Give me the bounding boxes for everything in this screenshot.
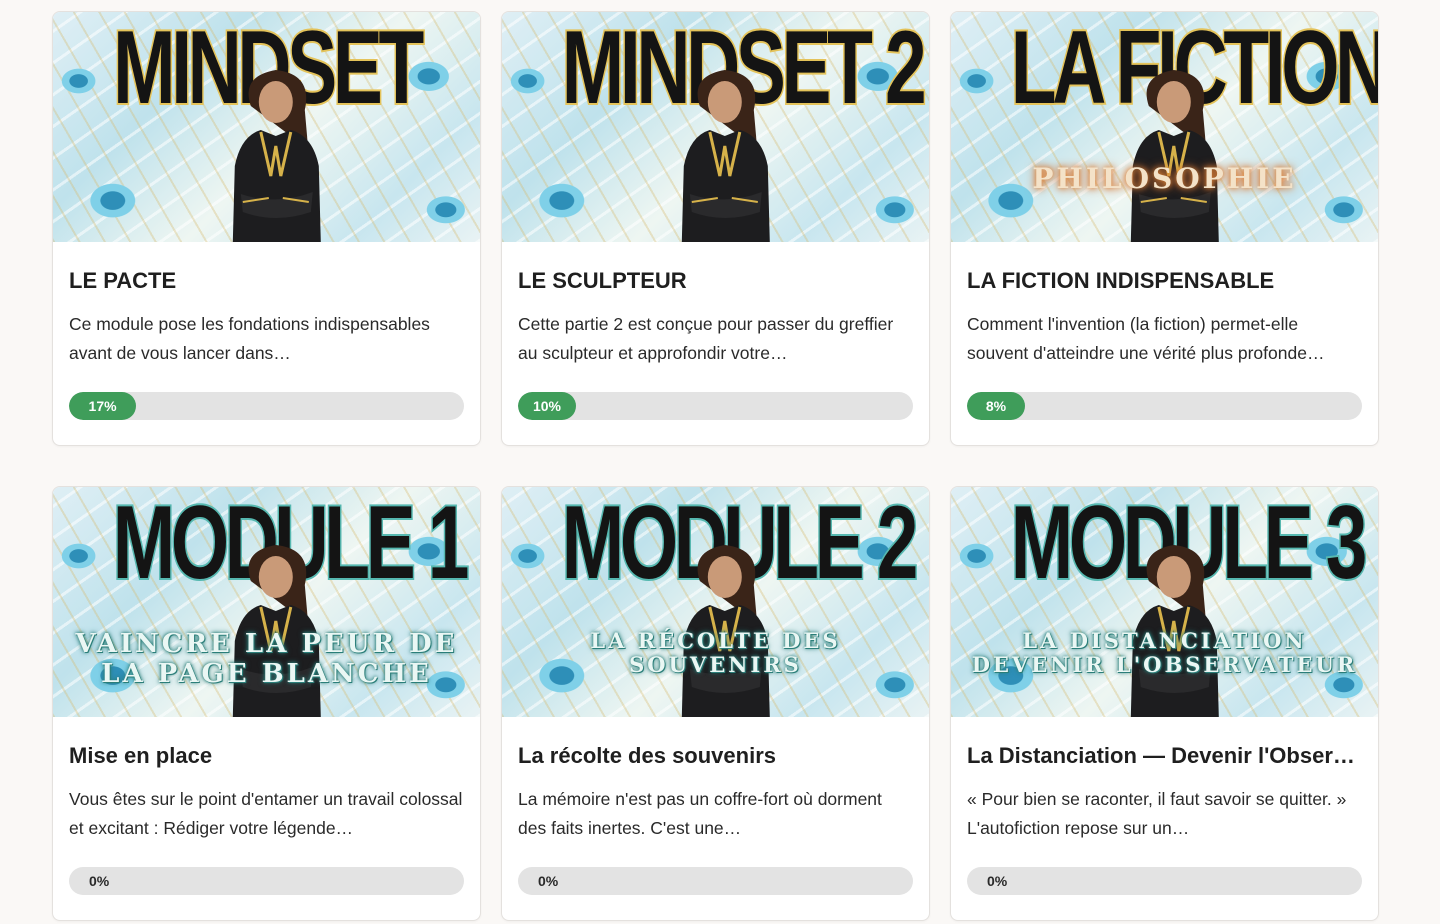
- module-thumbnail[interactable]: LA FICTION PHILOSOPHIE: [951, 12, 1378, 242]
- presenter-image: [1130, 70, 1219, 242]
- progress-percent: 0%: [538, 873, 559, 889]
- module-description: Cette partie 2 est conçue pour passer du…: [518, 314, 894, 363]
- module-card-module-1[interactable]: MODULE 1 VAINCRE LA PEUR DE LA PAGE BLAN…: [52, 486, 481, 921]
- course-module-grid: MINDSET LE PACTE Ce module pose les fond…: [52, 11, 1379, 921]
- progress-percent: 8%: [985, 398, 1007, 414]
- module-description: Ce module pose les fondations indispensa…: [69, 314, 430, 363]
- module-title: LE SCULPTEUR: [518, 268, 687, 293]
- module-card-la-fiction[interactable]: LA FICTION PHILOSOPHIE LA FICTION INDISP…: [950, 11, 1379, 446]
- module-title: La récolte des souvenirs: [518, 743, 776, 768]
- progress-percent: 0%: [987, 873, 1008, 889]
- module-description: Vous êtes sur le point d'entamer un trav…: [69, 789, 463, 838]
- progress-bar: 0%: [69, 867, 464, 895]
- module-thumbnail[interactable]: MODULE 1 VAINCRE LA PEUR DE LA PAGE BLAN…: [53, 487, 480, 717]
- progress-bar: 8%: [967, 392, 1362, 420]
- thumbnail-subtitle: LA RÉCOLTE DES SOUVENIRS: [502, 629, 929, 677]
- presenter-image: [232, 70, 321, 242]
- module-title: LA FICTION INDISPENSABLE: [967, 268, 1275, 293]
- module-card-module-2[interactable]: MODULE 2 LA RÉCOLTE DES SOUVENIRS La réc…: [501, 486, 930, 921]
- module-card-le-pacte[interactable]: MINDSET LE PACTE Ce module pose les fond…: [52, 11, 481, 446]
- progress-bar: 17%: [69, 392, 464, 420]
- thumbnail-subtitle-line: LA PAGE BLANCHE: [101, 659, 432, 689]
- thumbnail-subtitle: VAINCRE LA PEUR DE LA PAGE BLANCHE: [53, 629, 480, 689]
- progress-bar: 0%: [967, 867, 1362, 895]
- progress-bar: 10%: [518, 392, 913, 420]
- module-title: LE PACTE: [69, 268, 177, 293]
- module-thumbnail[interactable]: MODULE 3 LA DISTANCIATION DEVENIR L'OBSE…: [951, 487, 1378, 717]
- module-thumbnail[interactable]: MINDSET: [53, 12, 480, 242]
- module-card-module-3[interactable]: MODULE 3 LA DISTANCIATION DEVENIR L'OBSE…: [950, 486, 1379, 921]
- module-description: Comment l'invention (la fiction) permet-…: [967, 314, 1325, 363]
- thumbnail-subtitle-line: SOUVENIRS: [629, 652, 802, 677]
- thumbnail-subtitle-line: DEVENIR L'OBSERVATEUR: [971, 652, 1358, 677]
- progress-percent: 0%: [89, 873, 110, 889]
- module-thumbnail[interactable]: MODULE 2 LA RÉCOLTE DES SOUVENIRS: [502, 487, 929, 717]
- thumbnail-subtitle-line: LA RÉCOLTE DES: [590, 628, 841, 653]
- module-description: « Pour bien se raconter, il faut savoir …: [967, 789, 1347, 838]
- presenter-image: [681, 70, 770, 242]
- module-title: La Distanciation — Devenir l'Observateur: [967, 743, 1362, 768]
- thumbnail-subtitle-line: LA DISTANCIATION: [1022, 628, 1307, 653]
- thumbnail-subtitle: LA DISTANCIATION DEVENIR L'OBSERVATEUR: [951, 629, 1378, 677]
- thumbnail-subtitle-line: VAINCRE LA PEUR DE: [75, 629, 458, 659]
- module-title: Mise en place: [69, 743, 213, 768]
- thumbnail-subtitle: PHILOSOPHIE: [1032, 162, 1297, 195]
- module-description: La mémoire n'est pas un coffre-fort où d…: [518, 789, 882, 838]
- module-thumbnail[interactable]: MINDSET 2: [502, 12, 929, 242]
- progress-percent: 17%: [88, 398, 117, 414]
- progress-percent: 10%: [532, 398, 562, 414]
- module-card-le-sculpteur[interactable]: MINDSET 2 LE SCULPTEUR Cette partie 2 es…: [501, 11, 930, 446]
- progress-bar: 0%: [518, 867, 913, 895]
